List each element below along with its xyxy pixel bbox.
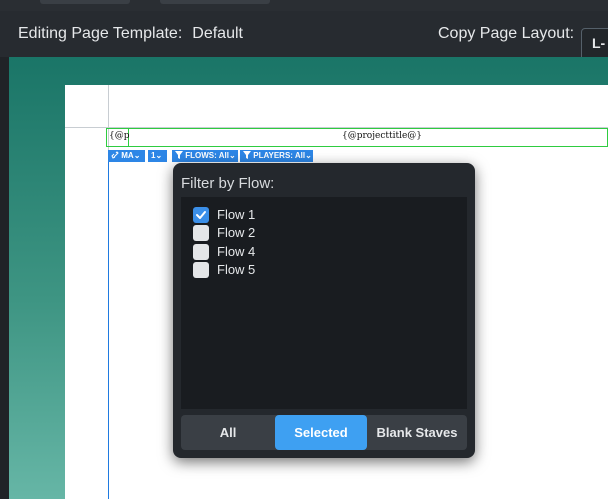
filter-icon bbox=[243, 151, 251, 159]
frame-number-chip[interactable]: 1⌄ bbox=[148, 150, 167, 162]
flow-label: Flow 1 bbox=[217, 207, 256, 222]
frame-link-chip[interactable]: MA⌄ bbox=[108, 150, 145, 162]
popup-title: Filter by Flow: bbox=[181, 175, 275, 192]
flow-checkbox[interactable] bbox=[193, 225, 209, 241]
players-filter-label: PLAYERS: All bbox=[253, 151, 306, 160]
editing-label: Editing Page Template: bbox=[18, 25, 183, 42]
flows-filter-chip[interactable]: FLOWS: All⌄ bbox=[172, 150, 238, 162]
checkmark-icon bbox=[196, 211, 206, 219]
all-button[interactable]: All bbox=[181, 415, 275, 450]
template-header: Editing Page Template: Default Copy Page … bbox=[0, 11, 608, 64]
chevron-down-icon: ⌄ bbox=[305, 151, 312, 160]
link-icon bbox=[111, 151, 119, 159]
copy-page-layout-label: Copy Page Layout: bbox=[438, 25, 575, 42]
flow-checkbox[interactable] bbox=[193, 262, 209, 278]
frame-chain-label: MA bbox=[121, 151, 134, 160]
layout-icon: L- bbox=[592, 35, 606, 51]
flow-filter-mode-selector: All Selected Blank Staves bbox=[181, 415, 467, 450]
flows-filter-label: FLOWS: All bbox=[185, 151, 229, 160]
chevron-down-icon: ⌄ bbox=[228, 151, 236, 160]
template-name: Default bbox=[192, 25, 243, 42]
tab[interactable] bbox=[40, 0, 130, 4]
players-filter-chip[interactable]: PLAYERS: All⌄ bbox=[240, 150, 313, 162]
music-frame-edge bbox=[108, 162, 109, 499]
editing-template-title: Editing Page Template: Default bbox=[18, 25, 243, 43]
chevron-down-icon: ⌄ bbox=[155, 151, 163, 160]
flow-label: Flow 5 bbox=[217, 262, 256, 277]
filter-icon bbox=[175, 151, 183, 159]
project-title-token: {@projecttitle@} bbox=[342, 131, 423, 141]
filter-by-flow-popup: Filter by Flow: Flow 1 Flow 2 Flow 4 Flo… bbox=[173, 163, 475, 458]
flow-label: Flow 4 bbox=[217, 244, 256, 259]
flow-checkbox[interactable] bbox=[193, 244, 209, 260]
page-number-token: {@p bbox=[109, 131, 130, 141]
flow-list[interactable]: Flow 1 Flow 2 Flow 4 Flow 5 bbox=[181, 197, 467, 409]
top-tab-strip bbox=[0, 0, 608, 11]
flow-label: Flow 2 bbox=[217, 225, 256, 240]
selected-button[interactable]: Selected bbox=[275, 415, 367, 450]
blank-staves-button[interactable]: Blank Staves bbox=[367, 415, 467, 450]
chevron-down-icon: ⌄ bbox=[133, 151, 141, 160]
flow-checkbox-checked[interactable] bbox=[193, 207, 209, 223]
left-panel bbox=[0, 57, 9, 499]
tab[interactable] bbox=[160, 0, 270, 4]
